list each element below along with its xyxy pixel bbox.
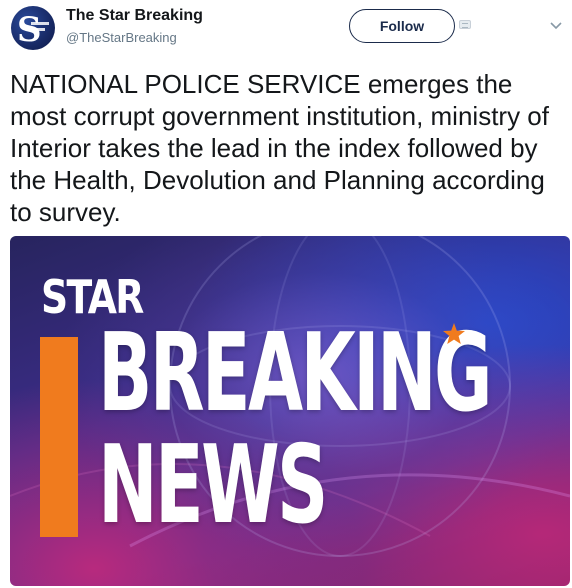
tweet-card: S The Star Breaking @TheStarBreaking Fol… <box>0 0 572 588</box>
user-handle[interactable]: @TheStarBreaking <box>66 30 177 45</box>
chevron-down-icon[interactable] <box>549 21 563 31</box>
star-icon <box>443 323 465 344</box>
tweet-text: NATIONAL POLICE SERVICE emerges the most… <box>10 69 549 227</box>
avatar[interactable]: S <box>11 6 55 50</box>
orange-accent-bar <box>40 337 78 537</box>
tweet-media-image[interactable]: STAR BREAKING NEWS <box>10 236 570 586</box>
follow-button[interactable]: Follow <box>349 9 455 43</box>
cc-icon <box>459 20 471 29</box>
avatar-logo-icon: S <box>17 10 49 50</box>
headline-news: NEWS <box>98 423 328 548</box>
display-name[interactable]: The Star Breaking <box>66 7 203 25</box>
headline-breaking: BREAKING <box>98 311 493 436</box>
